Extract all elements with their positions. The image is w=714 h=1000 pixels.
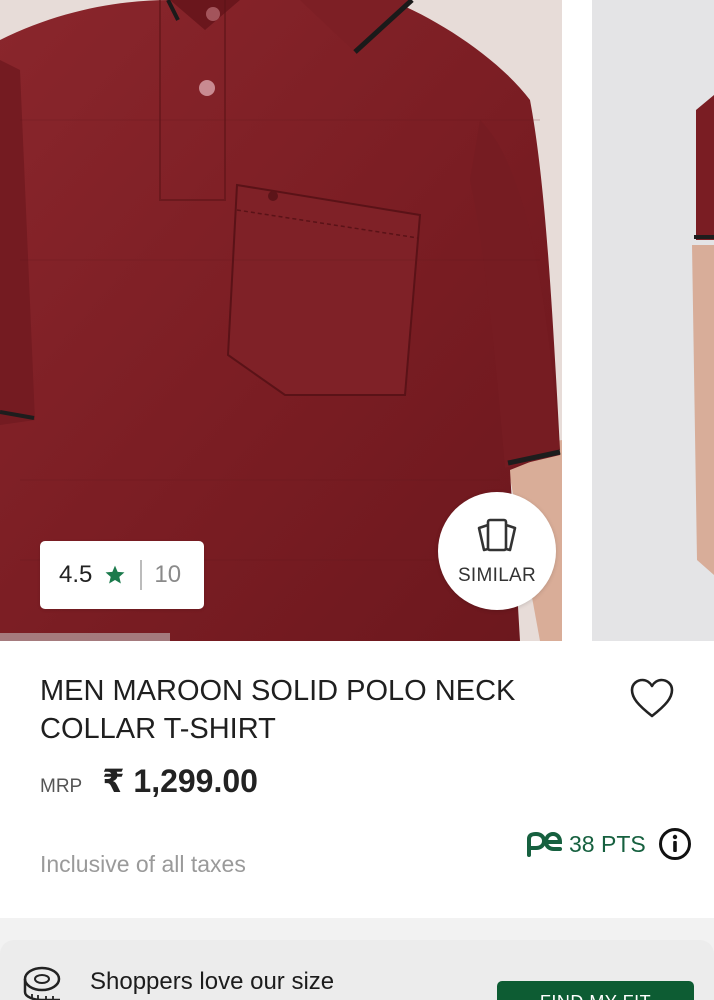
heart-icon[interactable] bbox=[628, 676, 676, 720]
shirt-photo-next bbox=[592, 0, 714, 641]
pe-logo-icon bbox=[527, 831, 563, 857]
price-value: ₹ 1,299.00 bbox=[102, 763, 258, 799]
price-row: MRP ₹ 1,299.00 bbox=[40, 762, 258, 802]
rating-count: 10 bbox=[154, 561, 182, 588]
carousel-indicator bbox=[0, 633, 170, 641]
product-title: MEN MAROON SOLID POLO NECK COLLAR T-SHIR… bbox=[40, 675, 516, 745]
similar-button[interactable]: SIMILAR bbox=[438, 492, 556, 610]
measuring-tape-icon bbox=[23, 966, 61, 1000]
mrp-label: MRP bbox=[40, 776, 83, 797]
star-icon bbox=[105, 565, 125, 584]
product-image-next[interactable] bbox=[592, 0, 714, 641]
find-my-fit-button[interactable]: FIND MY FIT bbox=[497, 981, 694, 1000]
similar-icon bbox=[477, 518, 517, 552]
rating-badge[interactable]: 4.5 10 bbox=[40, 541, 204, 609]
points-value: 38 PTS bbox=[569, 830, 646, 857]
info-icon[interactable] bbox=[658, 827, 692, 861]
rating-value: 4.5 bbox=[59, 561, 93, 588]
rating-divider bbox=[140, 560, 143, 590]
size-banner-text: Shoppers love our size bbox=[90, 968, 335, 995]
loyalty-points[interactable]: 38 PTS bbox=[525, 826, 692, 862]
tax-note: Inclusive of all taxes bbox=[40, 851, 246, 877]
product-image-gallery[interactable]: 4.5 10 SIMILAR bbox=[0, 0, 714, 641]
similar-label: SIMILAR bbox=[457, 565, 537, 586]
